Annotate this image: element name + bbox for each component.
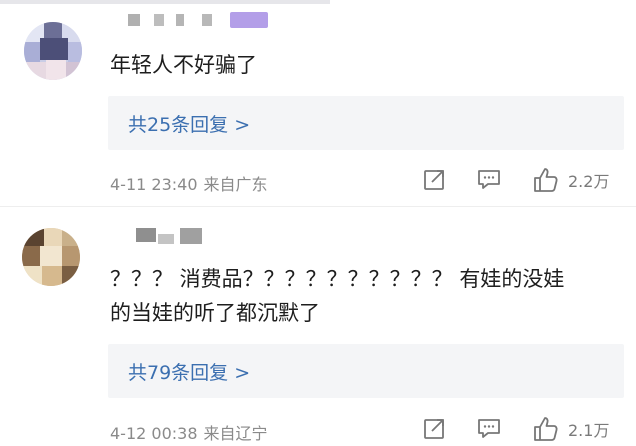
comment-text: 年轻人不好骗了 — [110, 53, 257, 77]
thumbs-up-icon[interactable] — [532, 415, 560, 443]
comment-actions: 2.2万 — [416, 166, 636, 196]
comment-location: 来自广东 — [203, 175, 268, 194]
avatar-image — [22, 228, 80, 286]
share-icon[interactable] — [422, 415, 448, 441]
avatar[interactable] — [24, 22, 82, 80]
avatar-image — [24, 22, 82, 80]
share-icon[interactable] — [422, 166, 448, 192]
view-replies-button[interactable]: 共25条回复 > — [108, 96, 624, 150]
comment-time: 4-12 00:38 — [110, 424, 198, 443]
like-count: 2.1万 — [568, 421, 610, 440]
comment-time: 4-11 23:40 — [110, 175, 198, 194]
view-replies-label: 共79条回复 > — [128, 362, 251, 384]
comment-item: 年轻人不好骗了 共25条回复 > 4-11 23:40 来自广东 2.2万 — [0, 0, 636, 200]
username-redacted[interactable] — [110, 10, 310, 30]
comment-meta: 4-12 00:38 来自辽宁 — [110, 420, 268, 444]
avatar[interactable] — [22, 228, 80, 286]
comment-icon[interactable] — [476, 166, 502, 192]
comment-text-line: 的当娃的听了都沉默了 — [110, 301, 320, 325]
comment-text-line: ？？？ 消费品？？？？？？？？？？ 有娃的没娃 — [110, 267, 565, 291]
thumbs-up-icon[interactable] — [532, 166, 560, 194]
comment-actions: 2.1万 — [416, 415, 636, 445]
comment-text: ？？？ 消费品？？？？？？？？？？ 有娃的没娃 的当娃的听了都沉默了 — [110, 262, 564, 330]
comment-icon[interactable] — [476, 415, 502, 441]
comment-meta: 4-11 23:40 来自广东 — [110, 171, 268, 195]
username-redacted[interactable] — [110, 226, 230, 246]
like-count: 2.2万 — [568, 172, 610, 191]
comment-location: 来自辽宁 — [203, 424, 268, 443]
comment-item: ？？？ 消费品？？？？？？？？？？ 有娃的没娃 的当娃的听了都沉默了 共79条回… — [0, 206, 636, 446]
view-replies-label: 共25条回复 > — [128, 114, 251, 136]
view-replies-button[interactable]: 共79条回复 > — [108, 344, 624, 398]
